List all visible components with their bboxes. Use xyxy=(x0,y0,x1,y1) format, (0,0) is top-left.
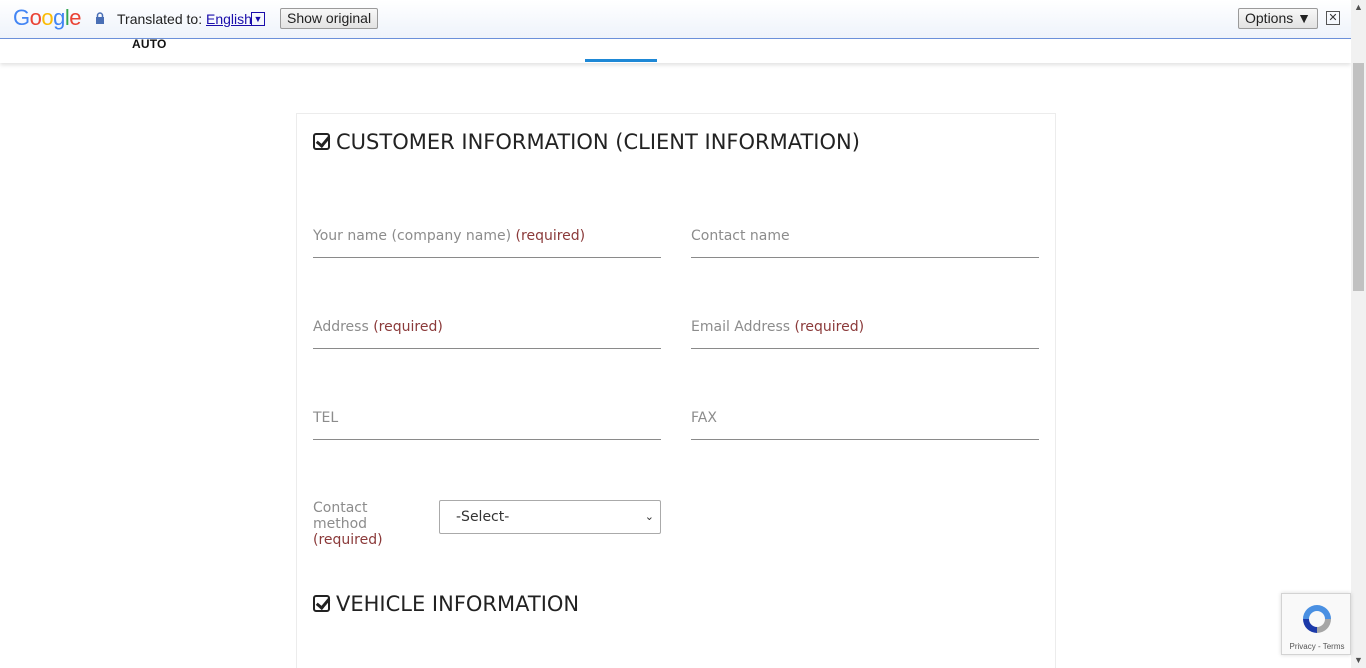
customer-section-heading: CUSTOMER INFORMATION (CLIENT INFORMATION… xyxy=(313,130,860,154)
contact-method-label: Contact method xyxy=(313,500,368,532)
contact-name-label: Contact name xyxy=(691,228,790,244)
google-logo: Google xyxy=(13,5,82,30)
recaptcha-links[interactable]: Privacy - Terms xyxy=(1282,642,1352,651)
tel-field[interactable]: TEL xyxy=(313,410,661,440)
name-label: Your name (company name) xyxy=(313,228,512,244)
name-field[interactable]: Your name (company name) (required) xyxy=(313,228,661,258)
checkbox-icon xyxy=(313,595,330,612)
email-field[interactable]: Email Address (required) xyxy=(691,319,1039,349)
page-scrollbar[interactable]: ▲ ▼ xyxy=(1351,0,1366,668)
chevron-down-icon: ⌄ xyxy=(644,510,654,523)
vehicle-section-title: VEHICLE INFORMATION xyxy=(336,592,580,616)
language-dropdown-icon[interactable]: ▼ xyxy=(251,12,265,26)
scroll-up-icon[interactable]: ▲ xyxy=(1351,0,1366,15)
email-label: Email Address xyxy=(691,319,791,335)
address-required: (required) xyxy=(373,319,443,335)
contact-method-selected: -Select- xyxy=(456,509,510,525)
contact-name-field[interactable]: Contact name xyxy=(691,228,1039,258)
customer-section-title: CUSTOMER INFORMATION (CLIENT INFORMATION… xyxy=(336,130,860,154)
fax-label: FAX xyxy=(691,410,717,426)
language-link[interactable]: English xyxy=(206,11,252,27)
translated-to-label: Translated to: xyxy=(117,11,203,27)
scroll-down-icon[interactable]: ▼ xyxy=(1351,653,1366,668)
close-icon[interactable]: ✕ xyxy=(1326,11,1340,25)
options-button[interactable]: Options ▼ xyxy=(1238,8,1318,29)
tel-label: TEL xyxy=(313,410,339,426)
contact-method-label-group: Contact method (required) xyxy=(313,500,423,548)
address-field[interactable]: Address (required) xyxy=(313,319,661,349)
fax-field[interactable]: FAX xyxy=(691,410,1039,440)
site-logo[interactable]: AUTO xyxy=(132,37,167,51)
address-label: Address xyxy=(313,319,369,335)
customer-form-card: CUSTOMER INFORMATION (CLIENT INFORMATION… xyxy=(296,113,1056,668)
recaptcha-icon xyxy=(1303,605,1331,633)
email-required: (required) xyxy=(794,319,865,335)
name-required: (required) xyxy=(515,228,586,244)
vehicle-section-heading: VEHICLE INFORMATION xyxy=(313,592,579,616)
show-original-button[interactable]: Show original xyxy=(280,8,379,29)
nav-active-indicator xyxy=(585,59,657,62)
google-translate-bar: Google Translated to: English ▼ Show ori… xyxy=(0,0,1351,39)
scroll-thumb[interactable] xyxy=(1353,63,1364,291)
recaptcha-badge[interactable]: Privacy - Terms xyxy=(1281,593,1351,655)
contact-method-select[interactable]: -Select- ⌄ xyxy=(439,500,661,534)
checkbox-icon xyxy=(313,133,330,150)
contact-method-required: (required) xyxy=(313,532,383,548)
lock-icon xyxy=(96,12,104,24)
